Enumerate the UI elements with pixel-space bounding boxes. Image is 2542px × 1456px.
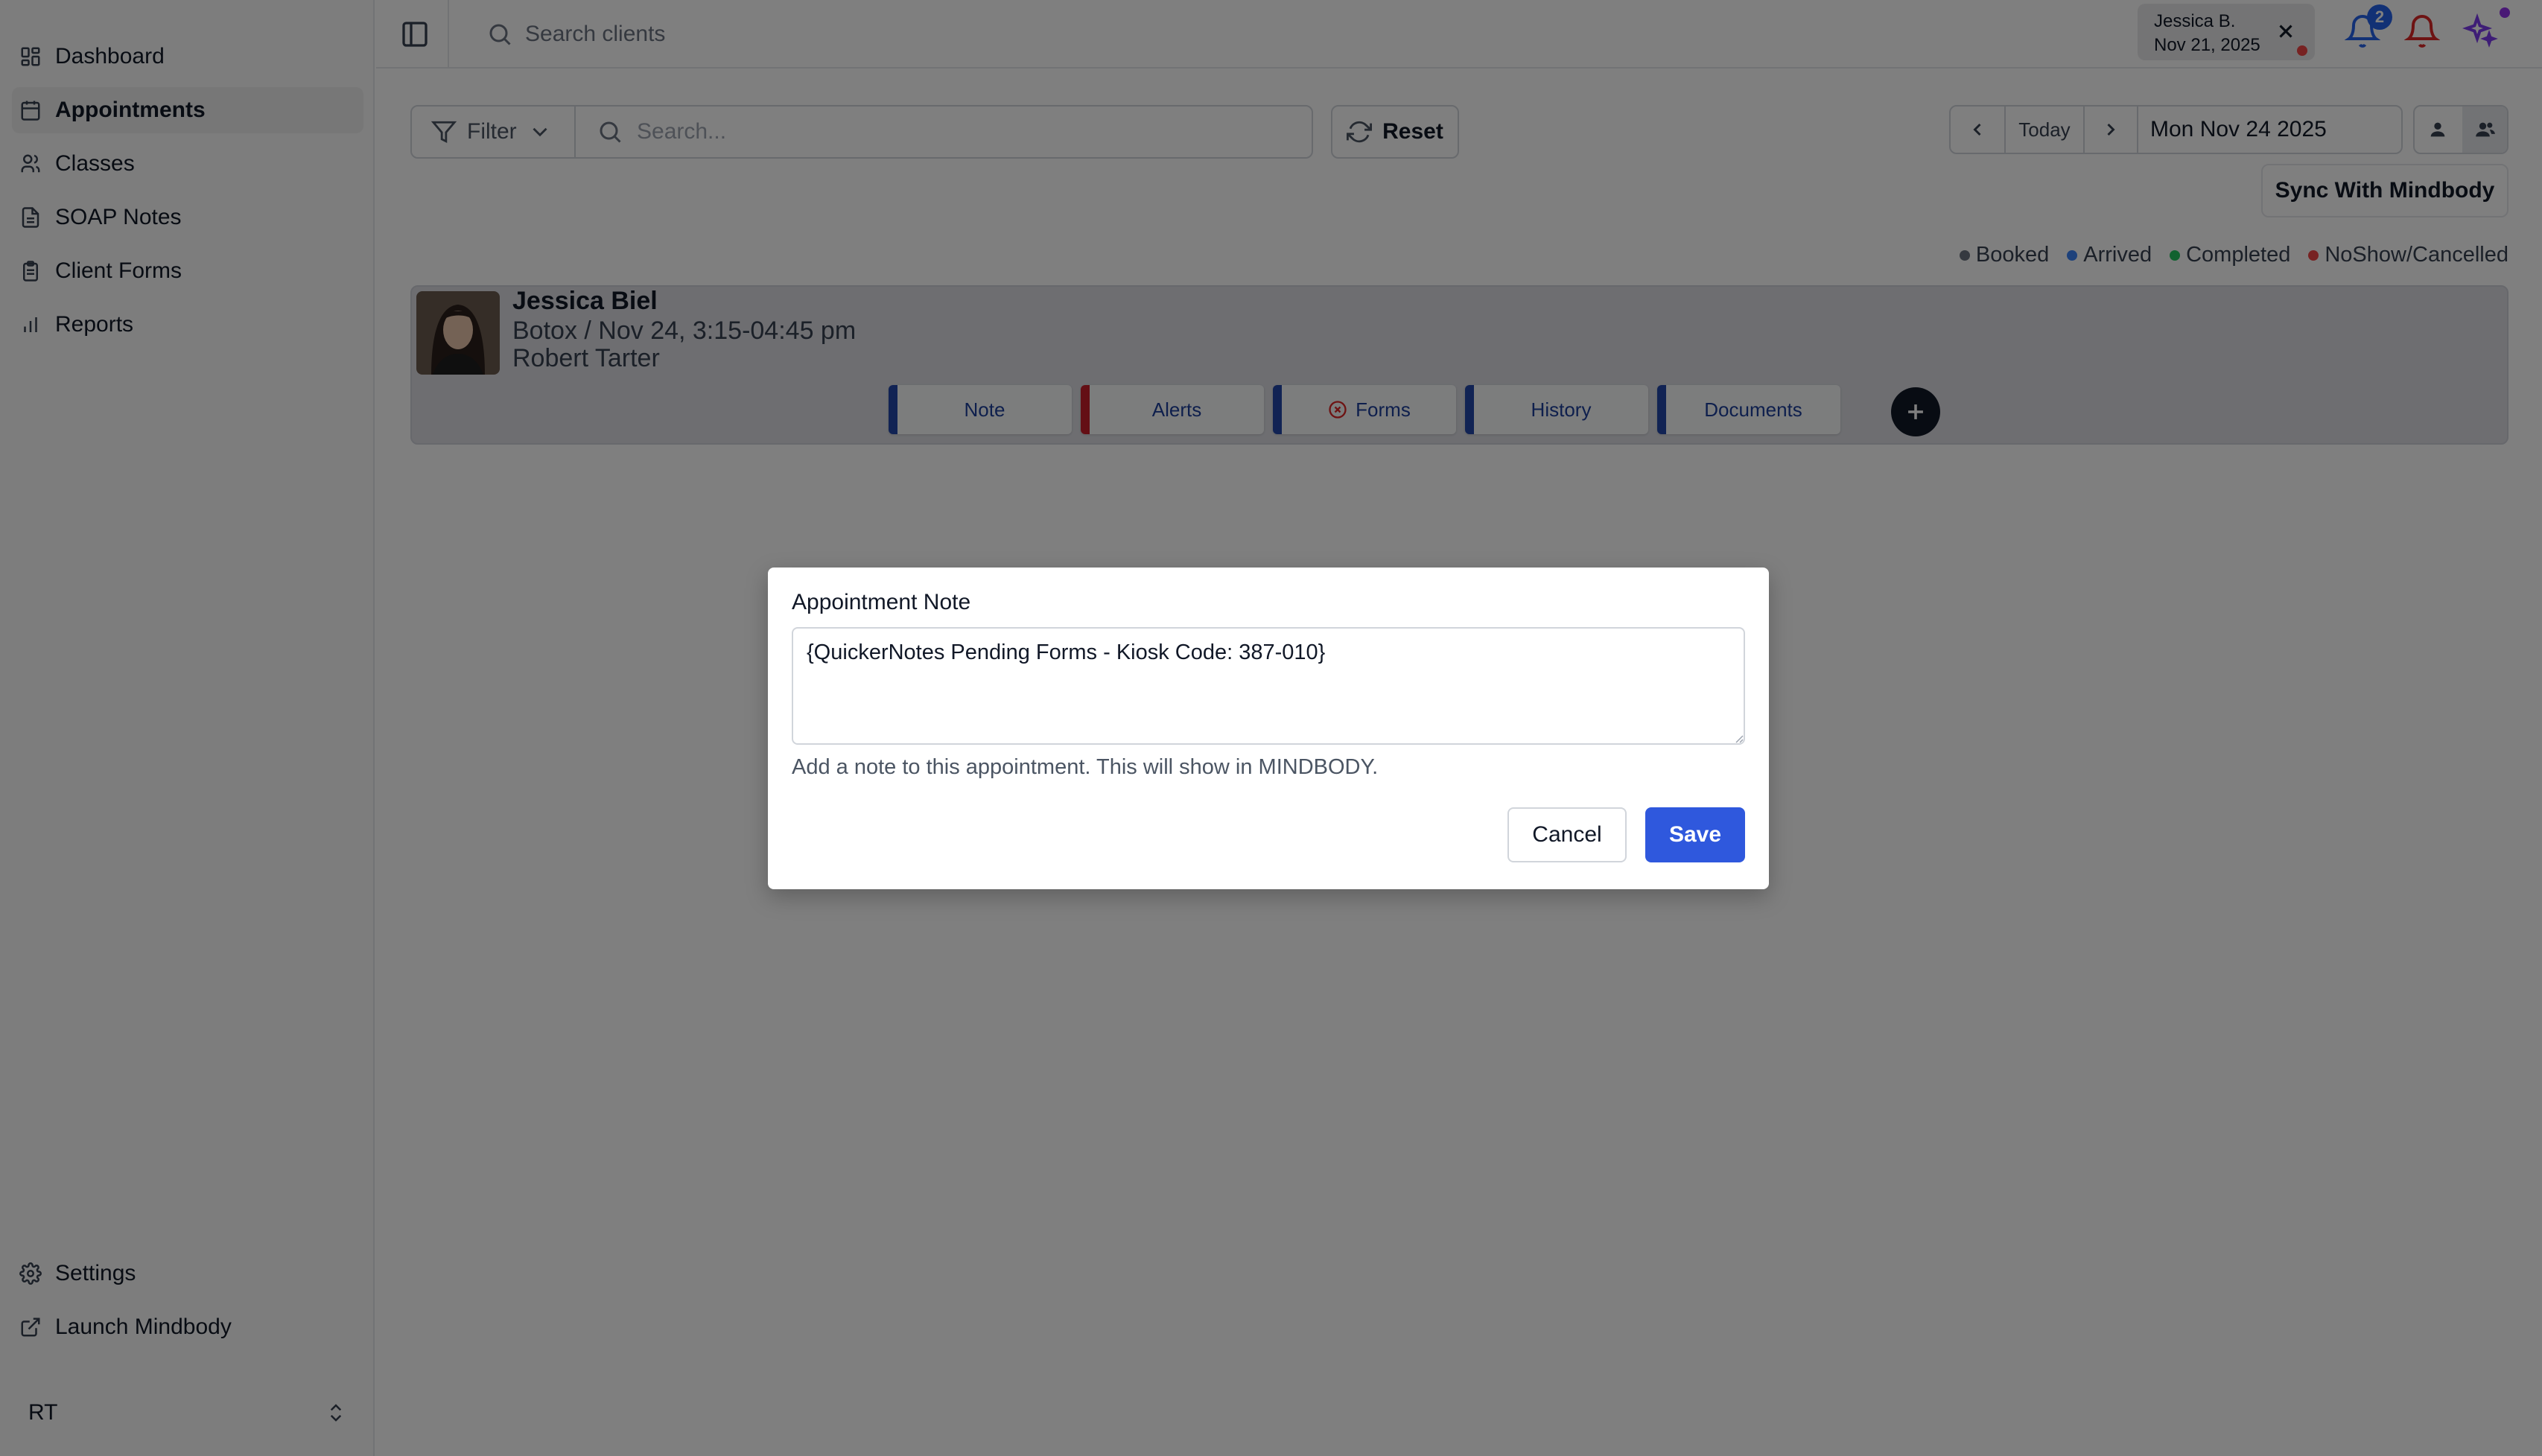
cancel-label: Cancel <box>1532 822 1602 847</box>
resize-grip-icon[interactable] <box>1733 733 1744 743</box>
cancel-button[interactable]: Cancel <box>1507 807 1627 862</box>
save-label: Save <box>1668 822 1722 847</box>
appointment-note-dialog: Appointment Note {QuickerNotes Pending F… <box>768 568 1769 889</box>
dialog-title: Appointment Note <box>792 590 971 614</box>
dialog-help-text: Add a note to this appointment. This wil… <box>792 755 1379 779</box>
app-root: Dashboard Appointments Classes SOAP Note… <box>0 0 2542 1456</box>
appointment-note-textarea[interactable]: {QuickerNotes Pending Forms - Kiosk Code… <box>792 627 1745 745</box>
save-button[interactable]: Save <box>1645 807 1745 862</box>
